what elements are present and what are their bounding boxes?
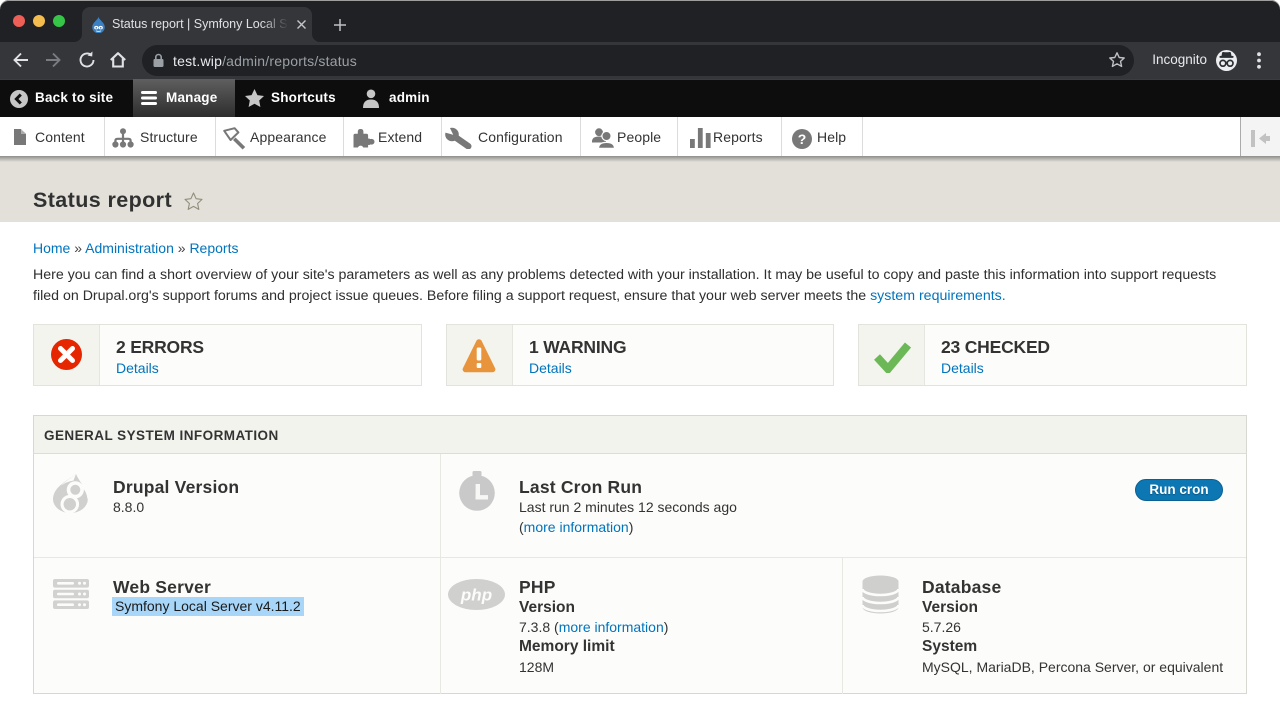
svg-text:?: ? — [798, 131, 807, 147]
svg-text:php: php — [460, 586, 492, 605]
